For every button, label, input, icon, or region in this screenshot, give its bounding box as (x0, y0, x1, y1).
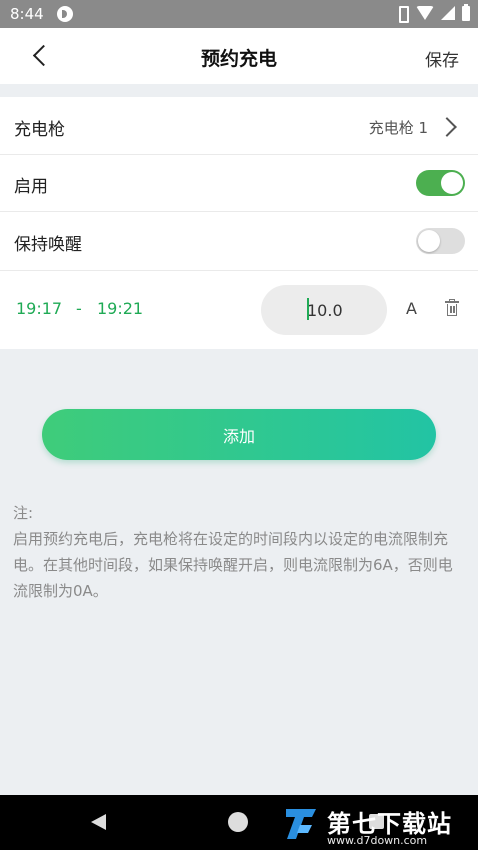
keep-awake-row: 保持唤醒 (0, 212, 478, 271)
charging-gun-row[interactable]: 充电枪 充电枪 1 (0, 97, 478, 155)
trash-icon[interactable] (444, 299, 460, 317)
nav-back-icon[interactable] (91, 814, 106, 830)
app-notification-icon (57, 6, 73, 22)
enable-toggle[interactable] (416, 170, 465, 196)
status-icons (395, 3, 470, 23)
current-unit-label: A (406, 299, 417, 318)
battery-icon (462, 3, 470, 21)
note-title: 注: (13, 504, 34, 522)
save-button[interactable]: 保存 (425, 46, 459, 71)
keep-awake-label: 保持唤醒 (14, 235, 82, 255)
charging-gun-value: 充电枪 1 (368, 119, 428, 137)
page-title: 预约充电 (200, 48, 277, 70)
app-header: 预约充电 保存 (0, 28, 478, 84)
schedule-row: 19:17 - 19:21 A (0, 271, 478, 349)
charging-gun-label: 充电枪 (14, 120, 65, 140)
keep-awake-toggle[interactable] (416, 228, 465, 254)
settings-card: 充电枪 充电枪 1 启用 保持唤醒 19:17 - 19:21 A (0, 97, 478, 349)
add-button[interactable]: 添加 (42, 409, 436, 460)
end-time[interactable]: 19:21 (97, 299, 143, 318)
watermark-url: www.d7down.com (327, 834, 428, 847)
enable-row: 启用 (0, 155, 478, 212)
current-limit-input[interactable] (261, 285, 387, 335)
enable-label: 启用 (14, 177, 48, 197)
chevron-right-icon (442, 117, 456, 135)
signal-icon (441, 6, 455, 20)
vibrate-icon (395, 5, 409, 23)
wifi-icon (416, 6, 434, 20)
note-body: 启用预约充电后，充电枪将在设定的时间段内以设定的电流限制充电。在其他时间段，如果… (13, 530, 453, 600)
time-separator: - (76, 299, 82, 318)
nav-home-icon[interactable] (228, 812, 248, 832)
status-bar: 8:44 (0, 0, 478, 28)
status-time: 8:44 (10, 5, 44, 23)
watermark-logo-icon (286, 809, 316, 839)
start-time[interactable]: 19:17 (16, 299, 62, 318)
text-cursor (307, 298, 309, 320)
